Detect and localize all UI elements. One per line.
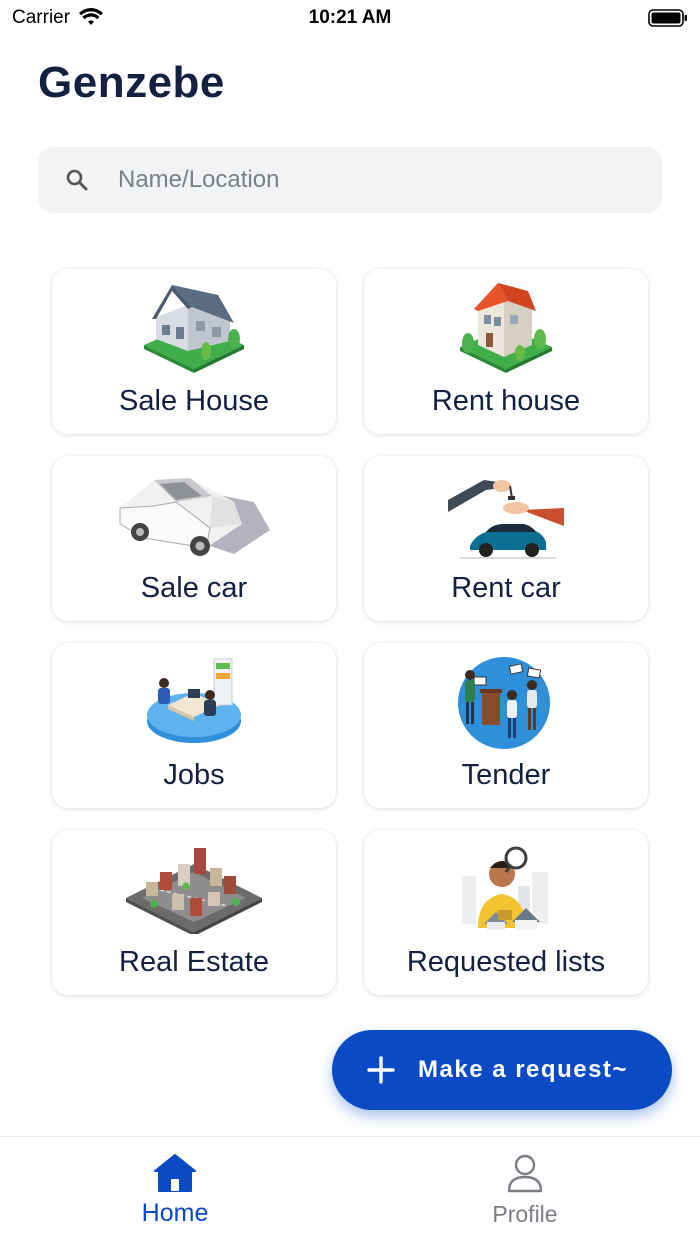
tab-home-label: Home bbox=[141, 1199, 209, 1227]
tab-home[interactable]: Home bbox=[95, 1137, 255, 1244]
car-key-handover-illustration-icon bbox=[448, 480, 564, 559]
category-grid: Sale House Rent house Sale car Rent car … bbox=[52, 269, 648, 995]
sedan-car-illustration-icon bbox=[119, 478, 270, 556]
house-search-illustration-icon bbox=[462, 846, 548, 930]
bottom-tab-bar: Home Profile bbox=[0, 1136, 700, 1244]
search-icon bbox=[66, 169, 88, 191]
person-icon bbox=[507, 1154, 543, 1193]
category-label: Requested lists bbox=[406, 946, 606, 978]
category-label: Rent house bbox=[431, 385, 581, 417]
battery-icon bbox=[648, 9, 687, 27]
category-label: Tender bbox=[461, 759, 551, 791]
category-card-sale-car[interactable]: Sale car bbox=[52, 456, 336, 621]
status-bar: Carrier 10:21 AM bbox=[0, 0, 700, 40]
category-card-real-estate[interactable]: Real Estate bbox=[52, 830, 336, 995]
category-card-tender[interactable]: Tender bbox=[364, 643, 648, 808]
tab-profile-label: Profile bbox=[492, 1201, 558, 1227]
search-input[interactable] bbox=[118, 166, 598, 194]
home-icon bbox=[154, 1154, 196, 1192]
page-title: Genzebe bbox=[38, 58, 225, 107]
category-label: Sale car bbox=[140, 572, 248, 604]
search-bar[interactable] bbox=[38, 147, 662, 213]
category-label: Jobs bbox=[163, 759, 225, 791]
category-card-rent-car[interactable]: Rent car bbox=[364, 456, 648, 621]
make-request-label: Make a request~ bbox=[418, 1056, 628, 1083]
category-label: Sale House bbox=[119, 385, 269, 417]
auction-illustration-icon bbox=[458, 657, 550, 749]
category-label: Rent car bbox=[451, 572, 561, 604]
status-time: 10:21 AM bbox=[308, 7, 392, 28]
house-illustration-icon bbox=[144, 285, 244, 373]
red-roof-house-illustration-icon bbox=[460, 283, 552, 373]
category-card-requested-lists[interactable]: Requested lists bbox=[364, 830, 648, 995]
category-card-jobs[interactable]: Jobs bbox=[52, 643, 336, 808]
office-desk-illustration-icon bbox=[147, 658, 241, 743]
category-card-sale-house[interactable]: Sale House bbox=[52, 269, 336, 434]
tab-profile[interactable]: Profile bbox=[445, 1137, 605, 1244]
plus-icon bbox=[367, 1056, 395, 1084]
category-card-rent-house[interactable]: Rent house bbox=[364, 269, 648, 434]
make-request-button[interactable]: Make a request~ bbox=[332, 1030, 672, 1110]
city-block-illustration-icon bbox=[126, 848, 262, 934]
category-label: Real Estate bbox=[119, 946, 269, 978]
